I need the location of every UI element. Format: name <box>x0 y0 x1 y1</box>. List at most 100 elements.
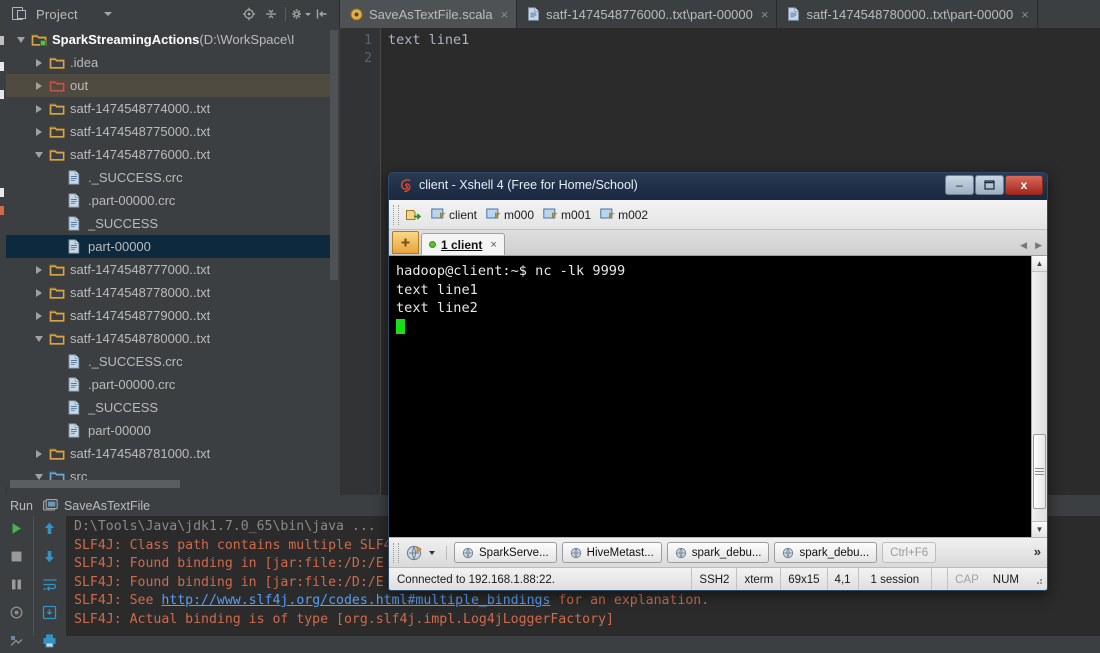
toolbar-session-label: client <box>449 207 478 222</box>
slf4j-codes-link[interactable]: http://www.slf4j.org/codes.html#multiple… <box>161 593 550 608</box>
rerun-icon[interactable] <box>9 521 24 541</box>
tree-node-part-00000[interactable]: part-00000 <box>6 235 334 258</box>
editor-text-line: text line1 <box>388 32 470 48</box>
dump-threads-icon[interactable] <box>9 605 24 625</box>
file-icon <box>67 238 83 255</box>
file-icon <box>67 376 83 393</box>
scroll-down-icon[interactable] <box>42 549 57 569</box>
project-tree-horizontal-scrollbar[interactable] <box>10 480 180 488</box>
hide-icon[interactable] <box>311 2 333 26</box>
close-icon[interactable]: × <box>490 239 496 251</box>
project-tree-vertical-scrollbar[interactable] <box>330 30 338 280</box>
quick-button-spark-debug-1[interactable]: spark_debu... <box>666 542 770 563</box>
restore-layout-icon[interactable] <box>9 633 24 653</box>
disclosure-collapsed-icon[interactable] <box>32 58 45 67</box>
toolbar-session-m002[interactable]: m002 <box>600 208 648 222</box>
chevron-down-icon[interactable] <box>103 12 112 16</box>
tree-node-satf-1474548775000-txt[interactable]: satf-1474548775000..txt <box>6 120 334 143</box>
toolbar-session-m001[interactable]: m001 <box>543 208 591 222</box>
console-line-prefix: SLF4J: See <box>74 593 162 608</box>
stop-icon[interactable] <box>9 549 24 569</box>
project-panel-header[interactable]: Project <box>0 0 340 28</box>
new-tab-icon[interactable] <box>392 231 419 254</box>
quickbar-grip[interactable] <box>393 542 399 563</box>
disclosure-expanded-icon[interactable] <box>14 36 27 43</box>
pause-icon[interactable] <box>9 577 24 597</box>
disclosure-collapsed-icon[interactable] <box>32 81 45 90</box>
tree-node--success-crc[interactable]: ._SUCCESS.crc <box>6 350 334 373</box>
terminal-scrollbar[interactable]: ▲ ▼ <box>1031 256 1047 537</box>
disclosure-collapsed-icon[interactable] <box>32 104 45 113</box>
quick-button-ctrl-f6[interactable]: Ctrl+F6 <box>882 542 937 563</box>
close-icon[interactable]: × <box>501 8 509 21</box>
tree-node-label: out <box>70 78 89 93</box>
locate-icon[interactable] <box>238 2 260 26</box>
maximize-button[interactable] <box>975 175 1004 195</box>
overflow-chevron-icon[interactable]: » <box>1034 544 1041 559</box>
print-icon[interactable] <box>42 633 57 653</box>
tree-node-sparkstreamingactions[interactable]: SparkStreamingActions (D:\WorkSpace\I <box>6 28 334 51</box>
disclosure-collapsed-icon[interactable] <box>32 127 45 136</box>
tree-node--part-00000-crc[interactable]: .part-00000.crc <box>6 189 334 212</box>
tree-node-satf-1474548778000-txt[interactable]: satf-1474548778000..txt <box>6 281 334 304</box>
tree-node-out[interactable]: out <box>6 74 334 97</box>
file-icon <box>67 422 83 439</box>
tree-node-satf-1474548777000-txt[interactable]: satf-1474548777000..txt <box>6 258 334 281</box>
quick-button-sparkserver[interactable]: SparkServe... <box>454 542 557 563</box>
tab-scroll-left-icon[interactable]: ◀ <box>1020 240 1027 251</box>
close-icon[interactable]: × <box>1021 8 1029 21</box>
minimize-button[interactable]: – <box>945 175 974 195</box>
close-button[interactable]: x <box>1005 175 1043 195</box>
quick-button-hivemetastore[interactable]: HiveMetast... <box>561 542 662 563</box>
disclosure-expanded-icon[interactable] <box>32 335 45 342</box>
close-icon[interactable]: × <box>761 8 769 21</box>
terminal-area[interactable]: hadoop@client:~$ nc -lk 9999 text line1 … <box>389 256 1047 537</box>
new-session-button[interactable] <box>405 207 422 223</box>
tree-node-satf-1474548774000-txt[interactable]: satf-1474548774000..txt <box>6 97 334 120</box>
session-tab-1-client[interactable]: 1 client × <box>421 233 505 255</box>
tab-scroll-right-icon[interactable]: ▶ <box>1035 240 1042 251</box>
run-tab-label[interactable]: Run <box>10 499 33 513</box>
tree-node--part-00000-crc[interactable]: .part-00000.crc <box>6 373 334 396</box>
toolbar-session-client[interactable]: client <box>431 208 477 222</box>
project-tree[interactable]: SparkStreamingActions (D:\WorkSpace\I .id… <box>6 28 334 486</box>
tree-node--success-crc[interactable]: ._SUCCESS.crc <box>6 166 334 189</box>
tree-node-satf-1474548780000-txt[interactable]: satf-1474548780000..txt <box>6 327 334 350</box>
quick-button-spark-debug-2[interactable]: spark_debu... <box>774 542 878 563</box>
disclosure-collapsed-icon[interactable] <box>32 449 45 458</box>
disclosure-collapsed-icon[interactable] <box>32 311 45 320</box>
disclosure-collapsed-icon[interactable] <box>32 265 45 274</box>
resize-grip-icon[interactable] <box>1026 568 1047 591</box>
status-size: 69x15 <box>781 567 828 590</box>
tree-node-label: ._SUCCESS.crc <box>88 170 183 185</box>
tree-node--idea[interactable]: .idea <box>6 51 334 74</box>
disclosure-collapsed-icon[interactable] <box>32 288 45 297</box>
chevron-down-icon[interactable] <box>429 550 435 555</box>
scroll-up-arrow-icon[interactable]: ▲ <box>1032 256 1047 272</box>
editor-tab-1[interactable]: satf-1474548776000..txt\part-00000 × <box>517 0 778 28</box>
tree-node--success[interactable]: _SUCCESS <box>6 396 334 419</box>
tree-node-part-00000[interactable]: part-00000 <box>6 419 334 442</box>
soft-wrap-icon[interactable] <box>42 577 58 597</box>
toolbar-session-m000[interactable]: m000 <box>486 208 534 222</box>
collapse-all-icon[interactable] <box>260 2 282 26</box>
line-number: 1 <box>364 33 372 48</box>
scroll-down-arrow-icon[interactable]: ▼ <box>1032 521 1047 537</box>
xshell-window[interactable]: client - Xshell 4 (Free for Home/School)… <box>388 172 1048 591</box>
disclosure-expanded-icon[interactable] <box>32 151 45 158</box>
export-icon[interactable] <box>42 605 57 625</box>
tree-node-satf-1474548781000-txt[interactable]: satf-1474548781000..txt <box>6 442 334 465</box>
tree-node-satf-1474548776000-txt[interactable]: satf-1474548776000..txt <box>6 143 334 166</box>
tree-node-satf-1474548779000-txt[interactable]: satf-1474548779000..txt <box>6 304 334 327</box>
disclosure-expanded-icon[interactable] <box>32 473 45 480</box>
tree-node--success[interactable]: _SUCCESS <box>6 212 334 235</box>
scroll-up-icon[interactable] <box>42 521 57 541</box>
quick-command-menu[interactable] <box>405 544 435 562</box>
xshell-title-bar[interactable]: client - Xshell 4 (Free for Home/School)… <box>389 173 1047 200</box>
scrollbar-thumb[interactable] <box>1033 434 1046 509</box>
toolbar-grip[interactable] <box>393 204 399 225</box>
editor-tab-0[interactable]: SaveAsTextFile.scala × <box>340 0 518 28</box>
settings-icon[interactable] <box>289 2 311 26</box>
editor-tab-2[interactable]: satf-1474548780000..txt\part-00000 × <box>777 0 1038 28</box>
tree-node-label: satf-1474548776000..txt <box>70 147 211 162</box>
